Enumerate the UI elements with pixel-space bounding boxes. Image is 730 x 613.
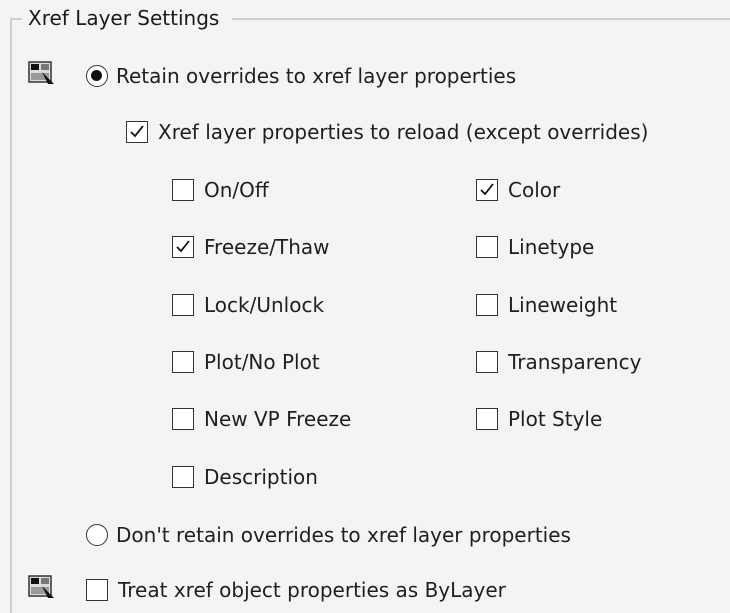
treat-bylayer-label: Treat xref object properties as ByLayer xyxy=(118,578,506,602)
property-description-label: Description xyxy=(204,465,318,489)
check-icon xyxy=(480,183,494,196)
property-freeze-thaw-label: Freeze/Thaw xyxy=(204,235,330,259)
property-plot-style-row[interactable]: Plot Style xyxy=(476,404,602,434)
dont-retain-overrides-radio[interactable] xyxy=(86,524,108,546)
property-transparency-checkbox[interactable] xyxy=(476,351,498,373)
group-title: Xref Layer Settings xyxy=(26,4,222,32)
property-onoff-checkbox[interactable] xyxy=(172,179,194,201)
property-lock-unlock-checkbox[interactable] xyxy=(172,294,194,316)
groupbox-border-top xyxy=(232,18,730,20)
property-linetype-label: Linetype xyxy=(508,235,595,259)
retain-overrides-radio-row[interactable]: Retain overrides to xref layer propertie… xyxy=(86,61,516,91)
check-icon xyxy=(130,125,144,138)
property-plot-style-checkbox[interactable] xyxy=(476,408,498,430)
property-description-checkbox[interactable] xyxy=(172,466,194,488)
property-lineweight-checkbox[interactable] xyxy=(476,294,498,316)
xref-object-icon xyxy=(28,574,56,600)
property-plot-noplot-checkbox[interactable] xyxy=(172,351,194,373)
retain-overrides-label: Retain overrides to xref layer propertie… xyxy=(116,64,517,88)
reload-properties-label: Xref layer properties to reload (except … xyxy=(158,120,649,144)
property-linetype-row[interactable]: Linetype xyxy=(476,232,594,262)
property-description-row[interactable]: Description xyxy=(172,462,318,492)
xref-layer-settings-panel: Xref Layer Settings Retain overrides to … xyxy=(0,0,730,613)
property-color-label: Color xyxy=(508,178,561,202)
property-new-vp-freeze-label: New VP Freeze xyxy=(204,407,352,431)
property-new-vp-freeze-checkbox[interactable] xyxy=(172,408,194,430)
xref-layer-icon xyxy=(28,60,56,86)
check-icon xyxy=(176,240,190,253)
property-transparency-row[interactable]: Transparency xyxy=(476,347,641,377)
property-freeze-thaw-row[interactable]: Freeze/Thaw xyxy=(172,232,330,262)
property-transparency-label: Transparency xyxy=(508,350,642,374)
property-lock-unlock-row[interactable]: Lock/Unlock xyxy=(172,290,324,320)
treat-bylayer-row[interactable]: Treat xref object properties as ByLayer xyxy=(86,575,506,605)
reload-properties-checkbox[interactable] xyxy=(126,121,148,143)
retain-overrides-radio[interactable] xyxy=(86,65,108,87)
property-lineweight-row[interactable]: Lineweight xyxy=(476,290,617,320)
property-color-row[interactable]: Color xyxy=(476,175,560,205)
property-plot-noplot-label: Plot/No Plot xyxy=(204,350,320,374)
treat-bylayer-checkbox[interactable] xyxy=(86,579,108,601)
property-new-vp-freeze-row[interactable]: New VP Freeze xyxy=(172,404,351,434)
property-freeze-thaw-checkbox[interactable] xyxy=(172,236,194,258)
property-plot-noplot-row[interactable]: Plot/No Plot xyxy=(172,347,320,377)
property-onoff-row[interactable]: On/Off xyxy=(172,175,269,205)
property-plot-style-label: Plot Style xyxy=(508,407,603,431)
reload-properties-row[interactable]: Xref layer properties to reload (except … xyxy=(126,117,648,147)
groupbox-border-left xyxy=(10,18,12,613)
property-lock-unlock-label: Lock/Unlock xyxy=(204,293,325,317)
radio-selected-dot xyxy=(91,70,102,81)
property-color-checkbox[interactable] xyxy=(476,179,498,201)
property-lineweight-label: Lineweight xyxy=(508,293,618,317)
dont-retain-overrides-label: Don't retain overrides to xref layer pro… xyxy=(116,523,571,547)
property-onoff-label: On/Off xyxy=(204,178,269,202)
property-linetype-checkbox[interactable] xyxy=(476,236,498,258)
dont-retain-overrides-radio-row[interactable]: Don't retain overrides to xref layer pro… xyxy=(86,520,571,550)
